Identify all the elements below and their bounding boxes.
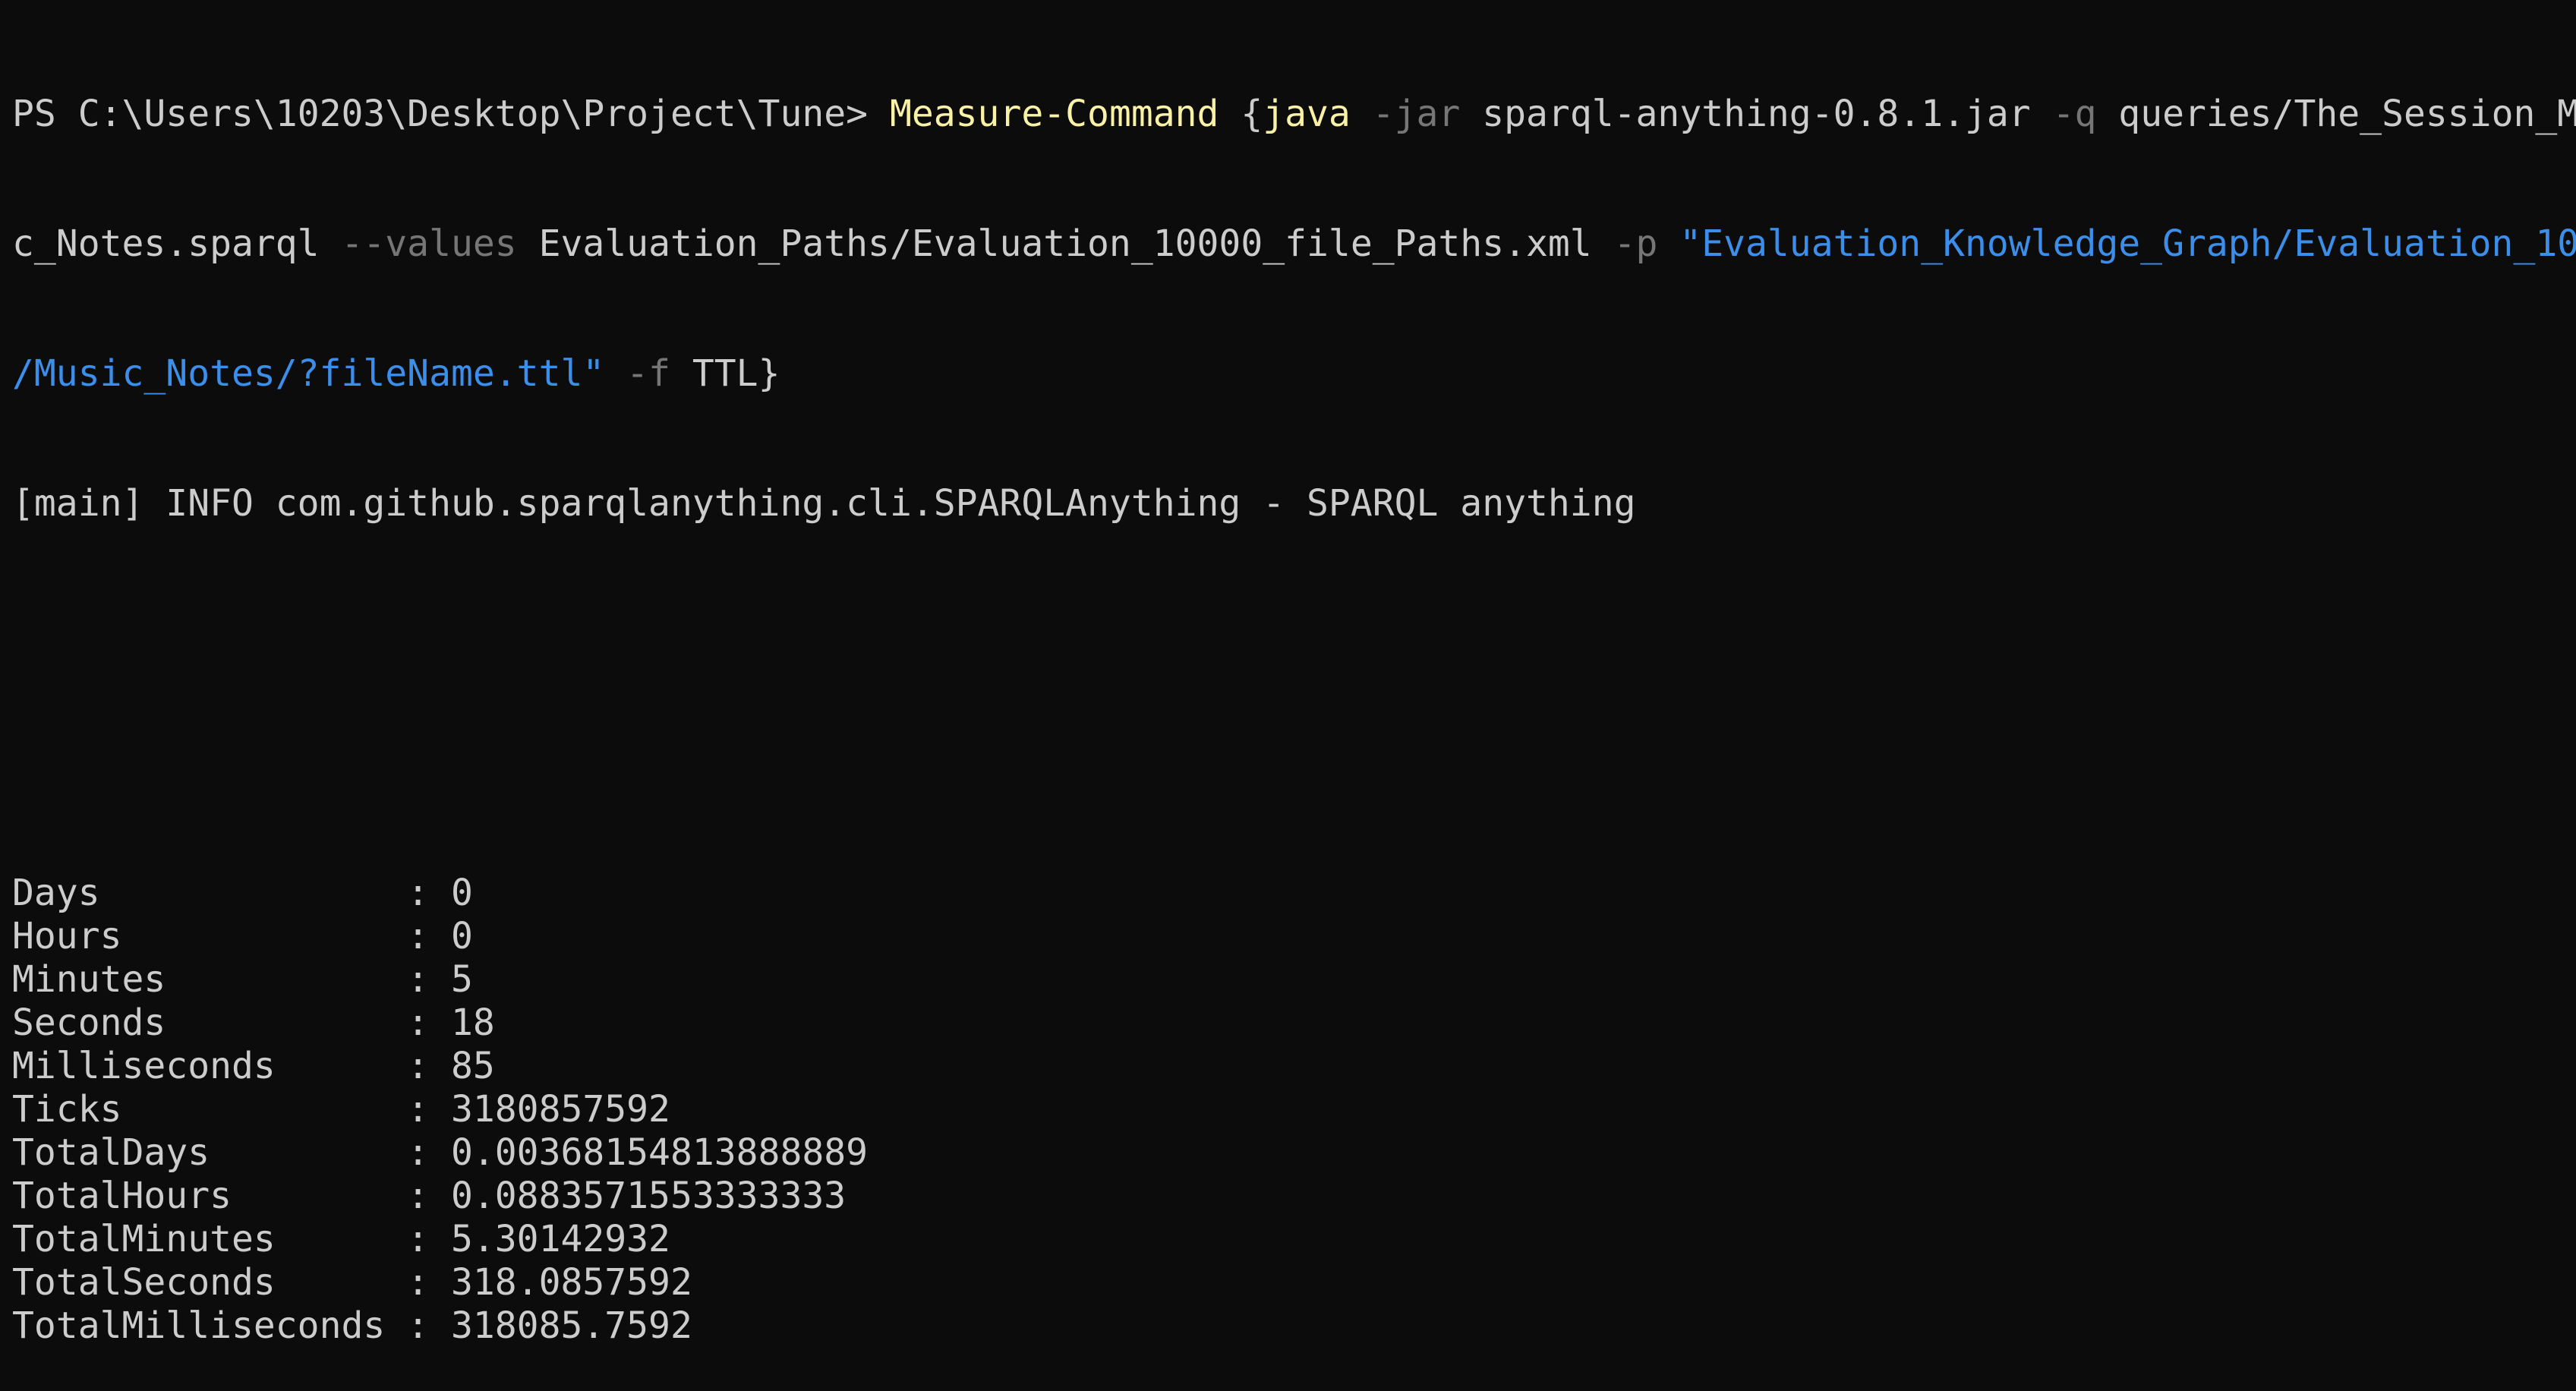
result-row: Milliseconds : 85	[12, 1045, 2564, 1088]
result-row: TotalMilliseconds : 318085.7592	[12, 1304, 2564, 1348]
p-value-part1: "Evaluation_Knowledge_Graph/Evaluation_1…	[1657, 222, 2576, 265]
p-flag: -p	[1591, 222, 1658, 265]
result-value: 5	[450, 958, 473, 1001]
result-value: 0.00368154813888889	[450, 1131, 869, 1174]
result-row: Ticks : 3180857592	[12, 1088, 2564, 1131]
jar-file: sparql-anything-0.8.1.jar	[1460, 93, 2031, 135]
measure-results: Days : 0 Hours : 0 Minutes : 5 Seconds : 18…	[12, 872, 2564, 1348]
command-line-1: PS C:\Users\10203\Desktop\Project\Tune> …	[12, 93, 2576, 136]
log-output-line: [main] INFO com.github.sparqlanything.cl…	[12, 482, 1636, 525]
result-separator: :	[407, 958, 451, 1001]
result-key: Ticks	[12, 1088, 408, 1131]
result-value: 0	[450, 915, 473, 957]
result-separator: :	[407, 1001, 451, 1044]
values-file: Evaluation_Paths/Evaluation_10000_file_P…	[516, 222, 1592, 265]
brace-open: {	[1219, 93, 1263, 135]
result-row: TotalHours : 0.0883571553333333	[12, 1175, 2564, 1218]
result-key: Minutes	[12, 958, 408, 1001]
cmdlet-name: Measure-Command	[889, 93, 1219, 135]
result-key: TotalHours	[12, 1175, 408, 1217]
result-separator: :	[407, 1175, 451, 1217]
result-key: TotalDays	[12, 1131, 408, 1174]
result-value: 3180857592	[450, 1088, 670, 1131]
command-line-2: c_Notes.sparql --values Evaluation_Paths…	[12, 222, 2576, 266]
brace-close: }	[758, 352, 780, 395]
result-value: 85	[450, 1045, 495, 1087]
ps-prefix: PS	[12, 93, 78, 135]
result-row: Minutes : 5	[12, 958, 2564, 1001]
prompt-gt: >	[846, 93, 890, 135]
result-row: Days : 0	[12, 872, 2564, 915]
f-value: TTL	[670, 352, 758, 395]
result-key: TotalMinutes	[12, 1218, 408, 1260]
result-row: TotalDays : 0.00368154813888889	[12, 1131, 2564, 1175]
result-value: 0.0883571553333333	[450, 1175, 847, 1217]
result-key: TotalSeconds	[12, 1261, 408, 1304]
command-line-3: /Music_Notes/?fileName.ttl" -f TTL}	[12, 352, 2564, 396]
result-row: Hours : 0	[12, 915, 2564, 958]
result-row: TotalMinutes : 5.30142932	[12, 1218, 2564, 1261]
jar-flag: -jar	[1350, 93, 1461, 135]
result-separator: :	[407, 1304, 451, 1347]
result-value: 318085.7592	[450, 1304, 692, 1347]
result-row: Seconds : 18	[12, 1001, 2564, 1045]
result-key: Days	[12, 872, 408, 914]
result-separator: :	[407, 1045, 451, 1087]
prompt-path: C:\Users\10203\Desktop\Project\Tune	[77, 93, 847, 135]
result-value: 318.0857592	[450, 1261, 692, 1304]
result-separator: :	[407, 1261, 451, 1304]
result-key: TotalMilliseconds	[12, 1304, 408, 1347]
result-key: Hours	[12, 915, 408, 957]
q-flag: -q	[2030, 93, 2097, 135]
result-separator: :	[407, 872, 451, 914]
query-path-part2: c_Notes.sparql	[12, 222, 320, 265]
result-separator: :	[407, 1088, 451, 1131]
result-row: TotalSeconds : 318.0857592	[12, 1261, 2564, 1304]
result-separator: :	[407, 915, 451, 957]
result-separator: :	[407, 1218, 451, 1260]
query-path-part1: queries/The_Session_Musi	[2118, 93, 2576, 135]
p-value-part2: /Music_Notes/?fileName.ttl"	[12, 352, 605, 395]
result-key: Milliseconds	[12, 1045, 408, 1087]
result-value: 18	[450, 1001, 495, 1044]
f-flag: -f	[604, 352, 670, 395]
result-value: 5.30142932	[450, 1218, 670, 1260]
result-separator: :	[407, 1131, 451, 1174]
result-value: 0	[450, 872, 473, 914]
exe-name: java	[1263, 93, 1351, 135]
result-key: Seconds	[12, 1001, 408, 1044]
values-flag: --values	[319, 222, 517, 265]
terminal-window[interactable]: PS C:\Users\10203\Desktop\Project\Tune> …	[0, 0, 2576, 1347]
